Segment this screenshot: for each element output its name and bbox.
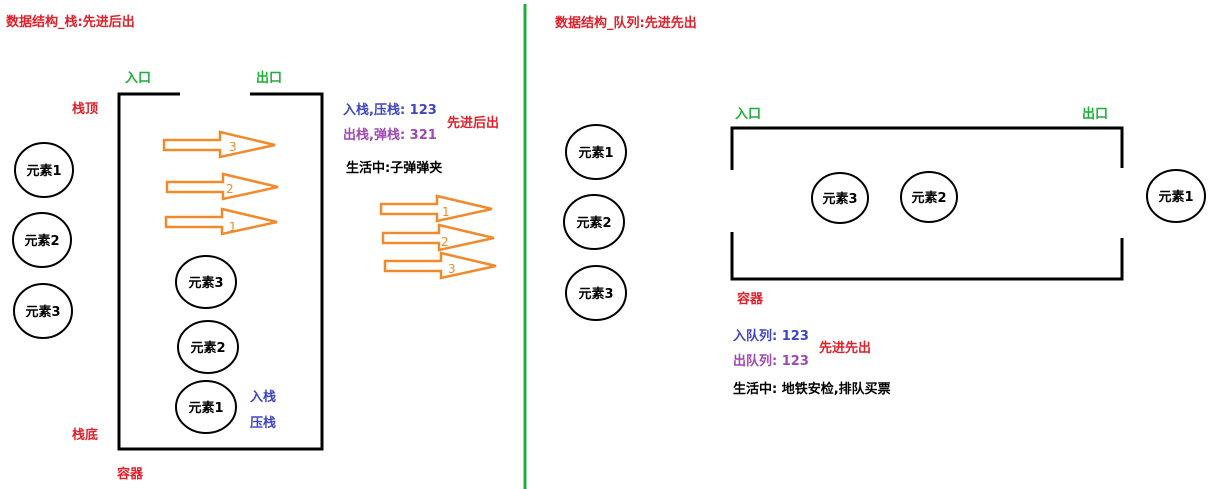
queue-exited-element: 元素1: [1146, 169, 1206, 223]
element-label: 元素3: [578, 286, 613, 302]
stack-lifo-label: 先进后出: [447, 116, 500, 131]
queue-waiting-element: 元素3: [565, 265, 627, 321]
queue-title: 数据结构_队列:先进先出: [555, 16, 697, 31]
queue-life-example: 生活中: 地铁安检,排队买票: [733, 382, 891, 397]
element-label: 元素3: [25, 304, 60, 320]
stack-push-ops: 入栈,压栈: 123: [343, 103, 437, 118]
queue-waiting-element: 元素2: [563, 194, 625, 250]
stack-press-label: 压栈: [250, 416, 277, 431]
stack-container-label: 容器: [117, 467, 144, 482]
element-label: 元素1: [188, 400, 223, 416]
arrow-number: 2: [226, 182, 234, 196]
element-label: 元素1: [26, 163, 61, 179]
arrow-number: 3: [229, 140, 237, 154]
stack-exit-label: 出口: [256, 71, 283, 86]
queue-fifo-label: 先进先出: [819, 341, 872, 356]
stack-life-example: 生活中:子弹弹夹: [346, 161, 443, 176]
stack-pop-arrow: 2: [381, 223, 495, 252]
element-label: 元素2: [911, 190, 946, 206]
stack-pop-arrow: 1: [379, 194, 493, 223]
stack-pop-arrow: 3: [383, 251, 497, 280]
arrow-number: 2: [441, 235, 449, 249]
stack-outside-element: 元素2: [12, 212, 72, 268]
stack-inside-element: 元素3: [175, 255, 237, 309]
element-label: 元素1: [1158, 189, 1193, 205]
queue-dequeue-ops: 出队列: 123: [733, 354, 809, 369]
arrow-number: 1: [442, 205, 450, 219]
arrow-number: 1: [229, 220, 237, 234]
stack-outside-element: 元素3: [13, 283, 73, 339]
queue-container-label: 容器: [737, 292, 764, 307]
arrow-number: 3: [448, 262, 456, 276]
element-label: 元素2: [576, 215, 611, 231]
element-label: 元素1: [578, 145, 613, 161]
stack-container: [117, 92, 324, 451]
element-label: 元素2: [24, 233, 59, 249]
queue-inside-element: 元素3: [811, 172, 869, 224]
stack-inside-element: 元素1: [175, 380, 237, 434]
stack-bottom-label: 栈底: [72, 428, 99, 443]
queue-entry-label: 入口: [735, 107, 762, 122]
queue-waiting-element: 元素1: [565, 124, 627, 180]
stack-inside-element: 元素2: [177, 320, 239, 374]
queue-inside-element: 元素2: [900, 171, 958, 223]
diagram-canvas: 元素1 元素2 元素3 元素3 元素2 元素1 3 2 1 1 2 3 元素1 …: [12, 4, 1206, 489]
element-label: 元素3: [188, 275, 223, 291]
stack-pop-ops: 出栈,弹栈: 321: [343, 128, 437, 143]
stack-outside-element: 元素1: [14, 142, 74, 198]
stack-push-label: 入栈: [250, 390, 277, 405]
stack-push-arrow: 3: [162, 130, 276, 159]
stack-entry-label: 入口: [125, 71, 152, 86]
stack-top-label: 栈顶: [72, 102, 99, 117]
element-label: 元素3: [822, 191, 857, 207]
stack-title: 数据结构_栈:先进后出: [6, 15, 135, 30]
stack-push-arrow: 2: [165, 172, 279, 201]
queue-enqueue-ops: 入队列: 123: [733, 329, 809, 344]
queue-exit-label: 出口: [1082, 107, 1109, 122]
stack-push-arrow: 1: [164, 207, 278, 236]
element-label: 元素2: [190, 340, 225, 356]
